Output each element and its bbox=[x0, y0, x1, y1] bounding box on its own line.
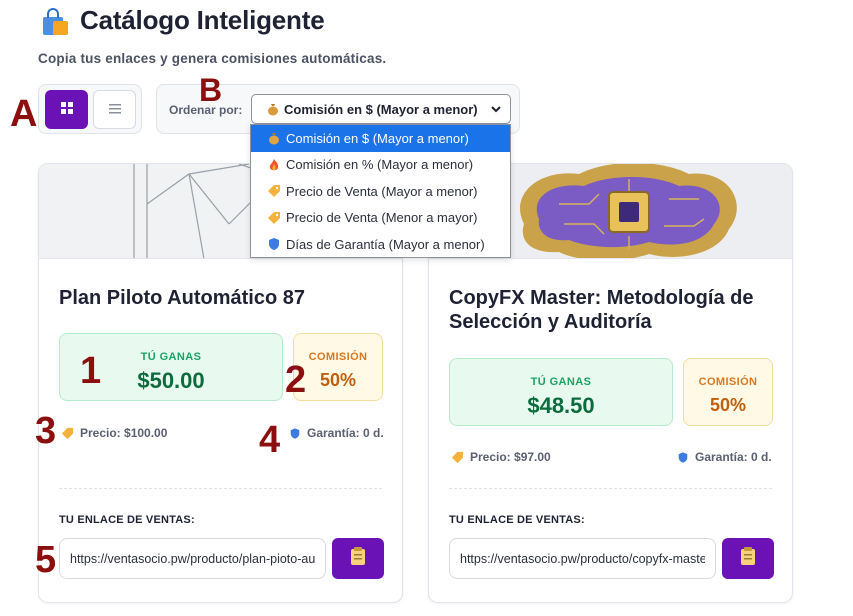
shopping-bag-icon bbox=[40, 8, 70, 36]
fire-icon bbox=[267, 158, 281, 172]
sales-link-input[interactable] bbox=[449, 538, 716, 579]
product-title: CopyFX Master: Metodología de Selección … bbox=[449, 287, 754, 333]
tag-icon bbox=[267, 184, 281, 198]
link-label: TU ENLACE DE VENTAS: bbox=[449, 514, 585, 526]
marker-4: 4 bbox=[259, 419, 281, 461]
commission-value: 50% bbox=[319, 370, 357, 390]
grid-view-button[interactable] bbox=[45, 90, 88, 129]
shield-icon bbox=[677, 451, 689, 464]
marker-b: B bbox=[199, 72, 223, 108]
money-bag-icon bbox=[266, 102, 280, 116]
product-title: Plan Piloto Automático 87 bbox=[59, 287, 305, 309]
copy-link-button[interactable] bbox=[722, 538, 774, 579]
page-title: Catálogo Inteligente bbox=[80, 5, 325, 35]
sort-option-commission-percent[interactable]: Comisión en % (Mayor a menor) bbox=[251, 152, 510, 179]
marker-1: 1 bbox=[80, 350, 102, 392]
clipboard-icon bbox=[740, 547, 756, 570]
marker-5: 5 bbox=[35, 539, 57, 581]
price-info: Precio: $100.00 bbox=[61, 426, 167, 440]
list-view-button[interactable] bbox=[93, 90, 136, 129]
clipboard-icon bbox=[350, 547, 366, 570]
tag-icon bbox=[451, 451, 464, 464]
sort-dropdown-menu: Comisión en $ (Mayor a menor) Comisión e… bbox=[250, 124, 511, 258]
sort-option-price-desc[interactable]: Precio de Venta (Mayor a menor) bbox=[251, 178, 510, 205]
tag-icon bbox=[267, 211, 281, 225]
sort-option-guarantee-days[interactable]: Días de Garantía (Mayor a menor) bbox=[251, 231, 510, 258]
commission-box: COMISIÓN 50% bbox=[683, 358, 773, 426]
divider bbox=[59, 488, 382, 489]
marker-a: A bbox=[10, 93, 38, 135]
earn-box: TÚ GANAS $48.50 bbox=[449, 358, 673, 426]
commission-label: COMISIÓN bbox=[308, 351, 368, 363]
commission-value: 50% bbox=[709, 395, 747, 415]
view-toggle bbox=[38, 84, 142, 134]
money-bag-icon bbox=[267, 131, 281, 145]
sales-link-input[interactable] bbox=[59, 538, 326, 579]
commission-box: COMISIÓN 50% bbox=[293, 333, 383, 401]
commission-label: COMISIÓN bbox=[698, 376, 758, 388]
shield-icon bbox=[289, 427, 301, 440]
tag-icon bbox=[61, 427, 74, 440]
price-info: Precio: $97.00 bbox=[451, 450, 551, 464]
sort-selected-value: Comisión en $ (Mayor a menor) bbox=[284, 101, 478, 117]
grid-icon bbox=[60, 101, 73, 119]
marker-2: 2 bbox=[285, 359, 307, 401]
copy-link-button[interactable] bbox=[332, 538, 384, 579]
marker-3: 3 bbox=[35, 410, 57, 452]
link-label: TU ENLACE DE VENTAS: bbox=[59, 514, 195, 526]
sort-option-commission-amount[interactable]: Comisión en $ (Mayor a menor) bbox=[251, 125, 510, 152]
sort-option-price-asc[interactable]: Precio de Venta (Menor a mayor) bbox=[251, 205, 510, 232]
guarantee-info: Garantía: 0 d. bbox=[289, 426, 384, 440]
earn-value: $48.50 bbox=[527, 393, 595, 418]
earn-label: TÚ GANAS bbox=[530, 376, 592, 388]
guarantee-info: Garantía: 0 d. bbox=[677, 450, 772, 464]
list-icon bbox=[108, 101, 121, 119]
page-subtitle: Copia tus enlaces y genera comisiones au… bbox=[38, 51, 387, 66]
divider bbox=[449, 488, 772, 489]
chevron-down-icon bbox=[490, 103, 502, 115]
sort-select[interactable]: Comisión en $ (Mayor a menor) bbox=[251, 94, 511, 124]
shield-icon bbox=[267, 237, 281, 251]
